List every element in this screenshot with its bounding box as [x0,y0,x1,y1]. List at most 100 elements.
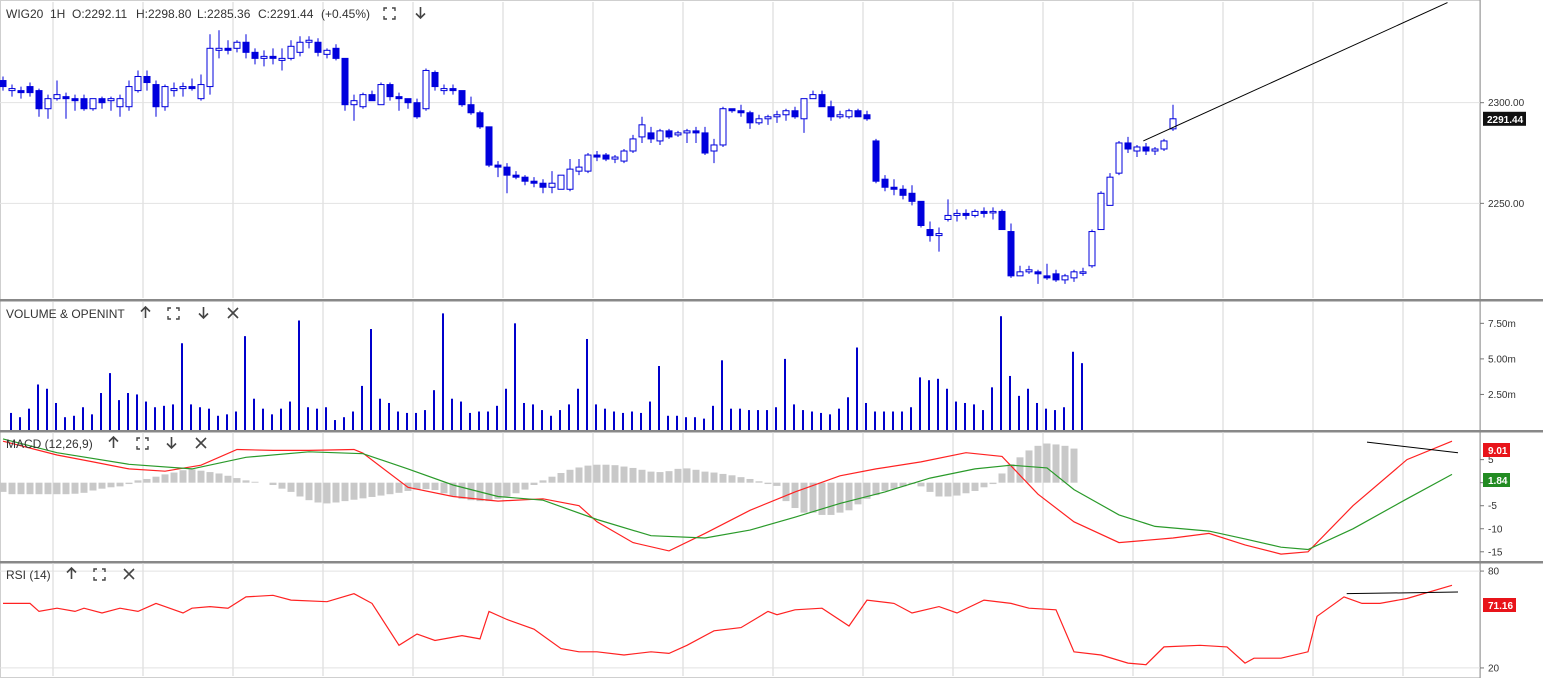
macd-histogram-bar [386,482,394,495]
candle-body [53,94,61,100]
volume-bar [892,411,894,430]
candle-body [782,110,790,116]
macd-header: MACD (12,26,9) [6,435,207,451]
macd-histogram-bar [368,482,376,497]
candle-body [1043,275,1051,279]
candle-body [458,90,466,106]
volume-bar [820,412,822,430]
candle-body [1025,269,1033,273]
volume-bar [388,402,390,430]
plot-border [0,0,1481,678]
arrow-down-icon[interactable] [166,437,177,450]
volume-bar [703,418,705,430]
macd-histogram-bar [629,467,637,483]
macd-value-tag: 9.01 [1483,443,1510,457]
candle-body [152,84,160,108]
candle-body [1061,275,1069,281]
y-tick-label: 2300.00 [1488,98,1525,109]
candle-body [1124,142,1132,150]
candle-body [1034,271,1042,275]
volume-bar [955,401,957,430]
volume-bar [100,393,102,430]
candle-body [1151,148,1159,152]
trendline [1143,90,1255,142]
signal-line [2,438,1453,551]
macd-histogram-bar [134,480,142,483]
macd-title: MACD (12,26,9) [6,437,93,451]
volume-bar [685,417,687,430]
volume-bar [460,401,462,430]
candle-body [224,47,232,51]
signal-value-tag-text: 1.84 [1488,476,1508,487]
macd-histogram-bar [1016,457,1024,483]
macd-histogram-bar [125,482,133,485]
macd-histogram-bar [215,473,223,483]
candle-body [242,41,250,53]
candle-body [44,98,52,110]
candle-body [665,130,673,138]
volume-bar [595,404,597,430]
volume-bar [10,412,12,430]
volume-bar [496,405,498,430]
volume-bar [550,415,552,430]
close-icon[interactable] [195,437,207,449]
candle-body [449,88,457,92]
arrow-up-icon[interactable] [66,566,77,579]
volume-bar [838,408,840,430]
macd-histogram-bar [107,482,115,488]
close-icon[interactable] [123,568,135,580]
candle-body [98,98,106,104]
volume-bar [307,407,309,430]
macd-histogram-bar [8,482,16,495]
candle-body [323,49,331,55]
candle-body [629,138,637,152]
macd-histogram-bar [305,482,313,501]
expand-icon[interactable] [167,307,180,320]
marks-layer: 2250.002300.002.50m5.00m7.50m50-5-10-158… [0,2,1525,674]
volume-bar [226,414,228,430]
volume-bar [118,400,120,430]
macd-histogram-bar [1070,448,1078,483]
macd-histogram-bar [998,473,1006,483]
expand-icon[interactable] [383,7,396,20]
arrow-down-icon[interactable] [198,307,209,320]
volume-bar [478,411,480,430]
interval-label[interactable]: 1H [50,7,65,21]
candle-body [647,132,655,140]
candle-body [143,76,151,84]
candle-body [1097,192,1105,231]
arrow-up-icon[interactable] [140,305,151,318]
candle-body [1133,146,1141,152]
volume-bar [973,404,975,430]
candle-body [836,114,844,118]
candle-body [584,154,592,172]
candle-body [953,212,961,216]
y-tick-label: 80 [1488,567,1500,578]
volume-bar [667,415,669,430]
volume-bar [586,338,588,430]
volume-bar [289,401,291,430]
volume-bar [568,404,570,430]
candle-body [602,154,610,160]
candle-body [17,90,25,94]
macd-histogram-bar [971,482,979,491]
volume-bar [163,405,165,430]
volume-bar [883,411,885,430]
volume-bar [379,398,381,430]
volume-bar [64,417,66,430]
volume-bar [37,384,39,430]
macd-histogram-bar [152,476,160,483]
macd-histogram-bar [755,481,763,483]
arrow-up-icon[interactable] [108,435,119,448]
macd-histogram-bar [251,481,259,483]
candle-body [962,212,970,216]
candle-body [395,96,403,100]
rsi-value-tag-text: 71.16 [1488,601,1513,612]
macd-histogram-bar [170,472,178,483]
volume-bar [370,329,372,430]
rsi-line [3,584,1453,666]
arrow-down-icon[interactable] [415,7,426,20]
volume-bar [901,411,903,430]
candle-body [197,84,205,100]
candle-body [683,130,691,134]
